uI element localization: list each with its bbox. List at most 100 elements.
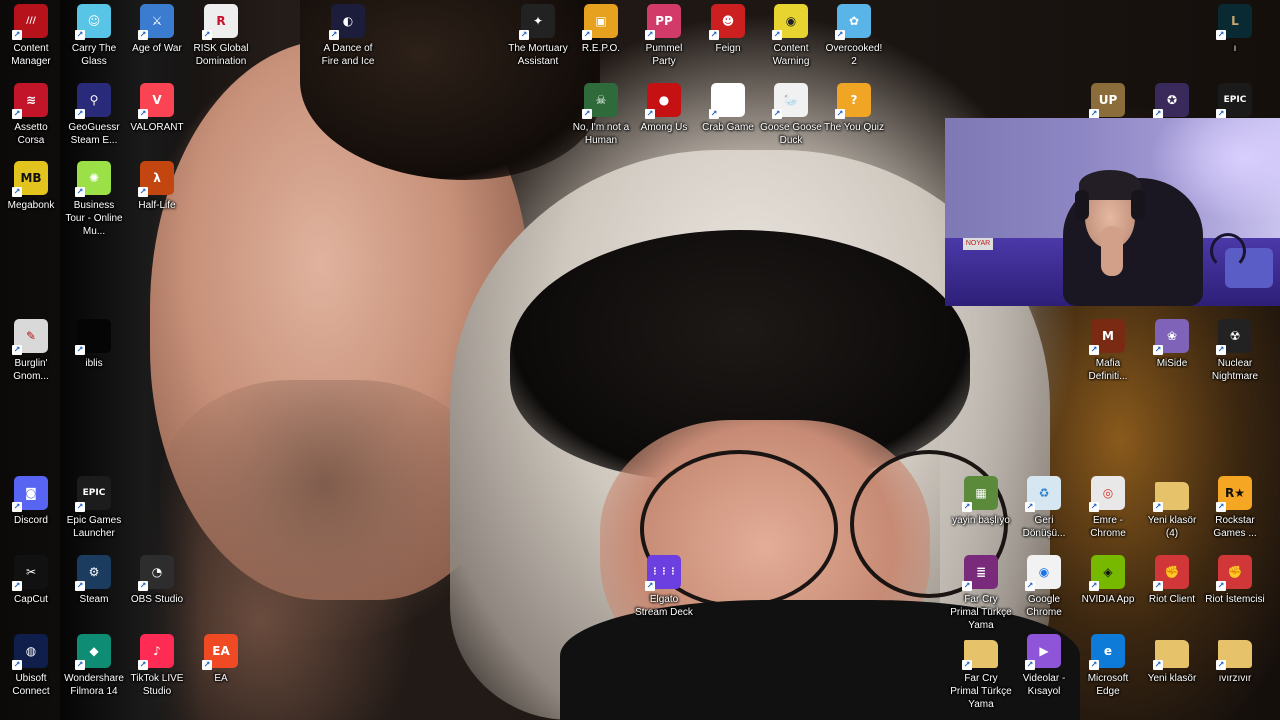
desktop-shortcut[interactable]: UP ↗ xyxy=(1077,79,1139,121)
desktop-shortcut[interactable]: 🦢 ↗ Goose Goose Duck xyxy=(760,79,822,147)
desktop-shortcut-label: VALORANT xyxy=(130,122,184,133)
desktop-shortcut[interactable]: ◈ ↗ NVIDIA App xyxy=(1077,551,1139,606)
desktop-shortcut[interactable]: EA ↗ EA xyxy=(190,630,252,685)
shortcut-arrow-icon: ↗ xyxy=(138,660,148,670)
desktop-shortcut[interactable]: PP ↗ Pummel Party xyxy=(633,0,695,68)
folder-icon: ↗ xyxy=(1153,482,1189,512)
desktop-shortcut-label: Google Chrome xyxy=(1026,594,1062,618)
desktop-shortcut[interactable]: L ↗ ı xyxy=(1204,0,1266,55)
nuclear-nightmare-icon: ☢ ↗ xyxy=(1216,319,1252,355)
icon-glyph: M xyxy=(1102,329,1114,343)
desktop-shortcut[interactable]: ✂ ↗ CapCut xyxy=(0,551,62,606)
folder-icon: ↗ xyxy=(1153,640,1189,670)
shortcut-arrow-icon: ↗ xyxy=(75,187,85,197)
icon-glyph: MB xyxy=(20,171,42,185)
desktop-shortcut[interactable]: ↗ ıvırzıvır xyxy=(1204,630,1266,685)
desktop-shortcut[interactable]: ◐ ↗ A Dance of Fire and Ice xyxy=(317,0,379,68)
desktop-shortcut[interactable]: ↗ Crab Game xyxy=(697,79,759,134)
desktop-shortcut[interactable]: ♻ ↗ Geri Dönüşü... xyxy=(1013,472,1075,540)
icon-glyph: ◐ xyxy=(342,14,354,28)
desktop-shortcut[interactable]: EPIC ↗ xyxy=(1204,79,1266,121)
desktop-shortcut[interactable]: EPIC ↗ Epic Games Launcher xyxy=(63,472,125,540)
desktop-shortcut-label: Content Manager xyxy=(11,43,51,67)
desktop-shortcut-label: The Mortuary Assistant xyxy=(508,43,568,67)
desktop-shortcut[interactable]: V ↗ VALORANT xyxy=(126,79,188,134)
desktop-shortcut[interactable]: ? ↗ The You Quiz xyxy=(823,79,885,134)
desktop-shortcut[interactable]: ▣ ↗ R.E.P.O. xyxy=(570,0,632,55)
desktop-shortcut-label: MiSide xyxy=(1156,358,1188,369)
icon-glyph: ▶ xyxy=(1039,644,1049,658)
desktop-shortcut[interactable]: ◉ ↗ Google Chrome xyxy=(1013,551,1075,619)
desktop-shortcut[interactable]: R ↗ RISK Global Domination xyxy=(190,0,252,68)
desktop-shortcut[interactable]: ↗ iblis xyxy=(63,315,125,370)
desktop-shortcut[interactable]: ❀ ↗ MiSide xyxy=(1141,315,1203,370)
icon-glyph: PP xyxy=(655,14,673,28)
desktop-shortcut[interactable]: ♪ ↗ TikTok LIVE Studio xyxy=(126,630,188,698)
desktop-shortcut[interactable]: ⚔ ↗ Age of War xyxy=(126,0,188,55)
desktop-shortcut[interactable]: λ ↗ Half-Life xyxy=(126,157,188,212)
desktop-shortcut-label: Geri Dönüşü... xyxy=(1022,515,1066,539)
icon-glyph: ✿ xyxy=(848,14,860,28)
desktop-shortcut[interactable]: ☺ ↗ Carry The Glass xyxy=(63,0,125,68)
desktop-shortcut-label: Epic Games Launcher xyxy=(66,515,122,539)
desktop-shortcut-label: Burglin' Gnom... xyxy=(13,358,49,382)
desktop-shortcut[interactable]: ≣ ↗ Far Cry Primal Türkçe Yama xyxy=(950,551,1012,632)
icon-glyph: EPIC xyxy=(1223,95,1247,105)
desktop-shortcut-label: Assetto Corsa xyxy=(14,122,48,146)
desktop-shortcut-label: CapCut xyxy=(14,594,48,605)
desktop-shortcut[interactable]: ◉ ↗ Content Warning xyxy=(760,0,822,68)
desktop-shortcut-label: GeoGuessr Steam E... xyxy=(68,122,120,146)
desktop-shortcut[interactable]: ✪ ↗ xyxy=(1141,79,1203,121)
desktop-shortcut-label: A Dance of Fire and Ice xyxy=(321,43,375,67)
desktop-shortcut[interactable]: e ↗ Microsoft Edge xyxy=(1077,630,1139,698)
goose-goose-duck-icon: 🦢 ↗ xyxy=(772,83,808,119)
desktop-shortcut[interactable]: /// ↗ Content Manager xyxy=(0,0,62,68)
desktop-shortcut[interactable]: ⚙ ↗ Steam xyxy=(63,551,125,606)
desktop-shortcut-label: Far Cry Primal Türkçe Yama xyxy=(950,594,1012,631)
desktop-shortcut-label: Half-Life xyxy=(138,200,176,211)
desktop-shortcut[interactable]: ● ↗ Among Us xyxy=(633,79,695,134)
desktop-shortcut[interactable]: ✦ ↗ The Mortuary Assistant xyxy=(507,0,569,68)
desktop-shortcut[interactable]: ✊ ↗ Riot İstemcisi xyxy=(1204,551,1266,606)
desktop-shortcut[interactable]: ✺ ↗ Business Tour - Online Mu... xyxy=(63,157,125,238)
shortcut-arrow-icon: ↗ xyxy=(709,30,719,40)
desktop-shortcut[interactable]: ◔ ↗ OBS Studio xyxy=(126,551,188,606)
risk-icon: R ↗ xyxy=(202,4,238,40)
desktop-shortcut[interactable]: ◙ ↗ Discord xyxy=(0,472,62,527)
desktop-shortcut-label: Goose Goose Duck xyxy=(760,122,822,146)
shortcut-arrow-icon: ↗ xyxy=(12,581,22,591)
desktop-shortcut[interactable]: ✎ ↗ Burglin' Gnom... xyxy=(0,315,62,383)
desktop-shortcut[interactable]: ◎ ↗ Emre - Chrome xyxy=(1077,472,1139,540)
desktop-shortcut[interactable]: ▦ ↗ yayin başlıyo xyxy=(950,472,1012,527)
webcam-lamp xyxy=(1210,233,1246,269)
desktop-shortcut[interactable]: ✊ ↗ Riot Client xyxy=(1141,551,1203,606)
icon-glyph: ⚙ xyxy=(88,565,100,579)
shortcut-arrow-icon: ↗ xyxy=(1089,345,1099,355)
desktop-shortcut[interactable]: ⋮⋮⋮ ↗ Elgato Stream Deck xyxy=(633,551,695,619)
desktop-shortcut-label: Microsoft Edge xyxy=(1087,673,1129,697)
icon-glyph: ✊ xyxy=(1164,565,1180,579)
desktop-shortcut[interactable]: ☻ ↗ Feign xyxy=(697,0,759,55)
desktop-shortcut[interactable]: ↗ Yeni klasör xyxy=(1141,630,1203,685)
desktop-shortcut[interactable]: ⚲ ↗ GeoGuessr Steam E... xyxy=(63,79,125,147)
desktop-shortcut[interactable]: ≋ ↗ Assetto Corsa xyxy=(0,79,62,147)
desktop-shortcut-label: Carry The Glass xyxy=(71,43,117,67)
content-manager-icon: /// ↗ xyxy=(12,4,48,40)
desktop-shortcut[interactable]: ☢ ↗ Nuclear Nightmare xyxy=(1204,315,1266,383)
desktop-shortcut[interactable]: R★ ↗ Rockstar Games ... xyxy=(1204,472,1266,540)
overcooked-icon: ✿ ↗ xyxy=(835,4,871,40)
desktop-shortcut[interactable]: ✿ ↗ Overcooked! 2 xyxy=(823,0,885,68)
desktop-shortcut-label: Pummel Party xyxy=(645,43,683,67)
desktop-shortcut[interactable]: ↗ Far Cry Primal Türkçe Yama xyxy=(950,630,1012,711)
desktop-shortcut[interactable]: ◍ ↗ Ubisoft Connect xyxy=(0,630,62,698)
content-warning-icon: ◉ ↗ xyxy=(772,4,808,40)
desktop-shortcut[interactable]: ▶ ↗ Videolar - Kısayol xyxy=(1013,630,1075,698)
desktop-shortcut[interactable]: ☠ ↗ No, I'm not a Human xyxy=(570,79,632,147)
desktop-shortcut[interactable]: MB ↗ Megabonk xyxy=(0,157,62,212)
shortcut-arrow-icon: ↗ xyxy=(1153,502,1163,512)
desktop-shortcut[interactable]: M ↗ Mafia Definiti... xyxy=(1077,315,1139,383)
carry-the-glass-icon: ☺ ↗ xyxy=(75,4,111,40)
crab-game-icon: ↗ xyxy=(709,83,745,119)
desktop-shortcut[interactable]: ↗ Yeni klasör (4) xyxy=(1141,472,1203,540)
desktop-shortcut[interactable]: ◆ ↗ Wondershare Filmora 14 xyxy=(63,630,125,698)
